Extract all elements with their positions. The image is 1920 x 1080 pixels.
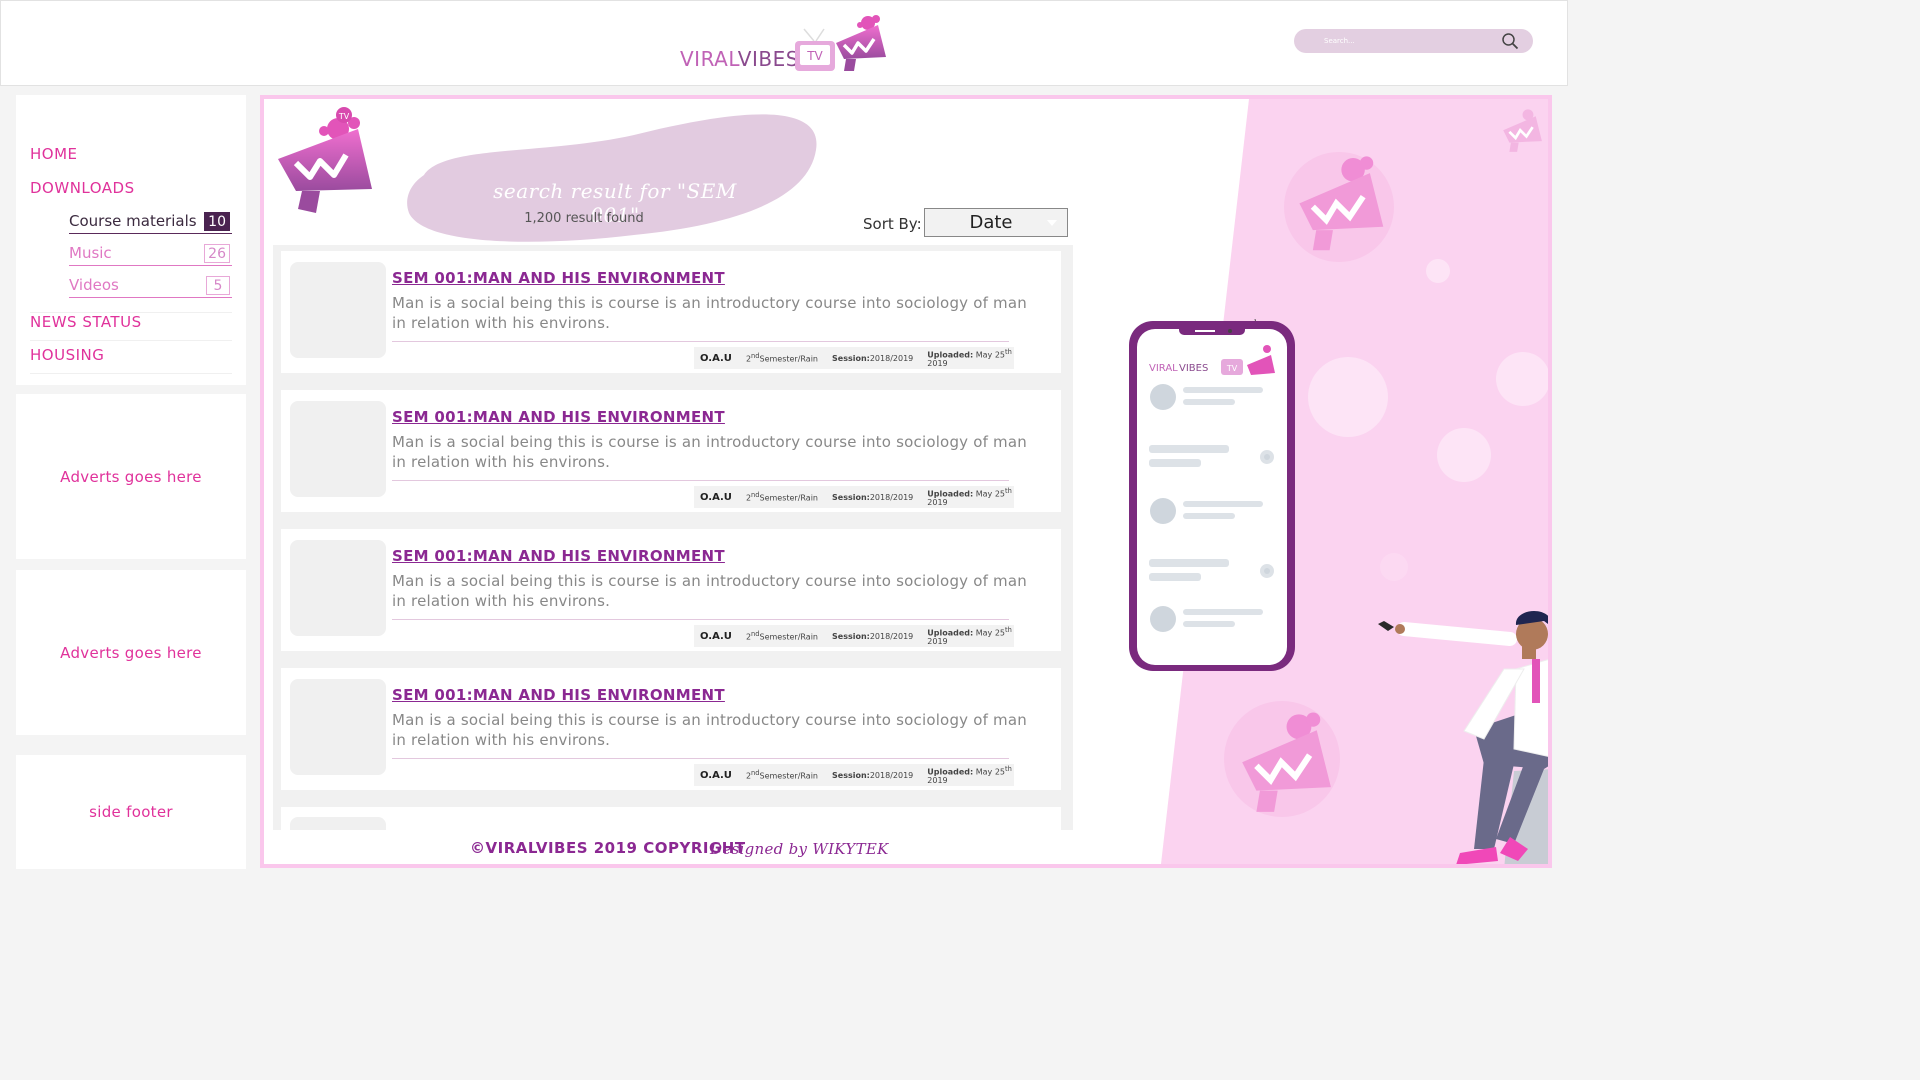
result-card[interactable] xyxy=(281,807,1061,830)
search-bar[interactable] xyxy=(1294,29,1533,53)
megaphone-logo-icon: TV xyxy=(278,107,372,213)
result-card[interactable]: SEM 001:MAN AND HIS ENVIRONMENT Man is a… xyxy=(281,390,1061,512)
advert-slot-2[interactable]: Adverts goes here xyxy=(16,570,246,735)
divider xyxy=(392,341,1009,342)
svg-text:TV: TV xyxy=(338,112,350,121)
result-card[interactable]: SEM 001:MAN AND HIS ENVIRONMENT Man is a… xyxy=(281,251,1061,373)
sort-label: Sort By: xyxy=(863,215,922,233)
session: Session:2018/2019 xyxy=(832,631,914,641)
megaphone-icon xyxy=(1242,712,1331,812)
result-card[interactable]: SEM 001:MAN AND HIS ENVIRONMENT Man is a… xyxy=(281,529,1061,651)
sidebar-nav: HOME DOWNLOADS Course materials 10 Music… xyxy=(16,95,246,385)
result-thumbnail[interactable] xyxy=(290,262,386,358)
top-header: VIRALVIBES TV xyxy=(0,0,1568,86)
svg-text:VIBES: VIBES xyxy=(1179,363,1208,374)
sub-item-label: Music xyxy=(69,244,112,262)
uploaded-date: Uploaded: May 25th 2019 xyxy=(927,764,1012,786)
advert-text: Adverts goes here xyxy=(60,643,202,662)
copyright-text: ©VIRALVIBES 2019 COPYRIGHT xyxy=(470,839,746,857)
result-description: Man is a social being this is course is … xyxy=(392,711,1027,749)
person-illustration xyxy=(1378,611,1548,864)
sidebar-item-videos[interactable]: Videos 5 xyxy=(69,276,232,298)
sidebar-item-music[interactable]: Music 26 xyxy=(69,244,232,266)
semester: 2ndSemester/Rain xyxy=(745,491,818,503)
main-content: TV search result for "SEM 001" 1,200 res… xyxy=(260,95,1552,868)
brand-wordmark: VIRALVIBES xyxy=(680,47,799,71)
institution: O.A.U xyxy=(700,630,732,642)
side-footer: side footer xyxy=(16,755,246,869)
designer-credit: Designed by WIKYTEK xyxy=(710,840,889,858)
uploaded-date: Uploaded: May 25th 2019 xyxy=(927,347,1012,369)
svg-text:TV: TV xyxy=(806,49,823,63)
count-badge: 10 xyxy=(204,212,230,231)
side-footer-text: side footer xyxy=(89,803,173,821)
chevron-down-icon xyxy=(1047,220,1057,226)
semester: 2ndSemester/Rain xyxy=(745,769,818,781)
institution: O.A.U xyxy=(700,491,732,503)
uploaded-date: Uploaded: May 25th 2019 xyxy=(927,625,1012,647)
megaphone-icon xyxy=(1503,109,1542,152)
brand-logo[interactable]: VIRALVIBES TV xyxy=(680,13,890,79)
advert-slot-1[interactable]: Adverts goes here xyxy=(16,394,246,559)
megaphone-icon xyxy=(836,15,886,71)
semester: 2ndSemester/Rain xyxy=(745,352,818,364)
result-thumbnail[interactable] xyxy=(290,540,386,636)
result-thumbnail[interactable] xyxy=(290,401,386,497)
result-title-link[interactable]: SEM 001:MAN AND HIS ENVIRONMENT xyxy=(392,686,725,704)
result-description: Man is a social being this is course is … xyxy=(392,294,1027,332)
nav-housing[interactable]: HOUSING xyxy=(30,346,232,374)
result-meta: O.A.U 2ndSemester/Rain Session:2018/2019… xyxy=(694,347,1014,369)
institution: O.A.U xyxy=(700,352,732,364)
result-thumbnail[interactable] xyxy=(290,817,386,830)
result-title-link[interactable]: SEM 001:MAN AND HIS ENVIRONMENT xyxy=(392,408,725,426)
nav-downloads[interactable]: DOWNLOADS xyxy=(30,179,232,197)
result-count: 1,200 result found xyxy=(524,211,644,226)
sort-dropdown[interactable]: Date xyxy=(924,208,1068,237)
result-title-link[interactable]: SEM 001:MAN AND HIS ENVIRONMENT xyxy=(392,269,725,287)
session: Session:2018/2019 xyxy=(832,353,914,363)
result-meta: O.A.U 2ndSemester/Rain Session:2018/2019… xyxy=(694,764,1014,786)
semester: 2ndSemester/Rain xyxy=(745,630,818,642)
divider xyxy=(392,480,1009,481)
result-card[interactable]: SEM 001:MAN AND HIS ENVIRONMENT Man is a… xyxy=(281,668,1061,790)
count-badge: 5 xyxy=(206,276,230,295)
sidebar-item-course-materials[interactable]: Course materials 10 xyxy=(69,212,232,234)
uploaded-date: Uploaded: May 25th 2019 xyxy=(927,486,1012,508)
session: Session:2018/2019 xyxy=(832,770,914,780)
count-badge: 26 xyxy=(204,244,230,263)
search-input[interactable] xyxy=(1324,34,1504,48)
divider xyxy=(392,758,1009,759)
sub-item-label: Course materials xyxy=(69,212,197,230)
result-description: Man is a social being this is course is … xyxy=(392,572,1027,610)
svg-text:VIRAL: VIRAL xyxy=(1149,363,1178,374)
divider xyxy=(392,619,1009,620)
phone-illustration: VIRAL VIBES TV xyxy=(1129,319,1295,671)
search-icon[interactable] xyxy=(1501,32,1519,50)
sort-value: Date xyxy=(969,212,1013,233)
megaphone-icon xyxy=(1299,156,1384,251)
svg-text:TV: TV xyxy=(1226,364,1238,373)
result-meta: O.A.U 2ndSemester/Rain Session:2018/2019… xyxy=(694,486,1014,508)
advert-text: Adverts goes here xyxy=(60,467,202,486)
result-title-link[interactable]: SEM 001:MAN AND HIS ENVIRONMENT xyxy=(392,547,725,565)
session: Session:2018/2019 xyxy=(832,492,914,502)
result-thumbnail[interactable] xyxy=(290,679,386,775)
results-list[interactable]: SEM 001:MAN AND HIS ENVIRONMENT Man is a… xyxy=(273,245,1073,830)
result-meta: O.A.U 2ndSemester/Rain Session:2018/2019… xyxy=(694,625,1014,647)
nav-news-status[interactable]: NEWS STATUS xyxy=(30,312,232,341)
institution: O.A.U xyxy=(700,769,732,781)
result-description: Man is a social being this is course is … xyxy=(392,433,1027,471)
sub-item-label: Videos xyxy=(69,276,119,294)
nav-home[interactable]: HOME xyxy=(30,145,232,163)
